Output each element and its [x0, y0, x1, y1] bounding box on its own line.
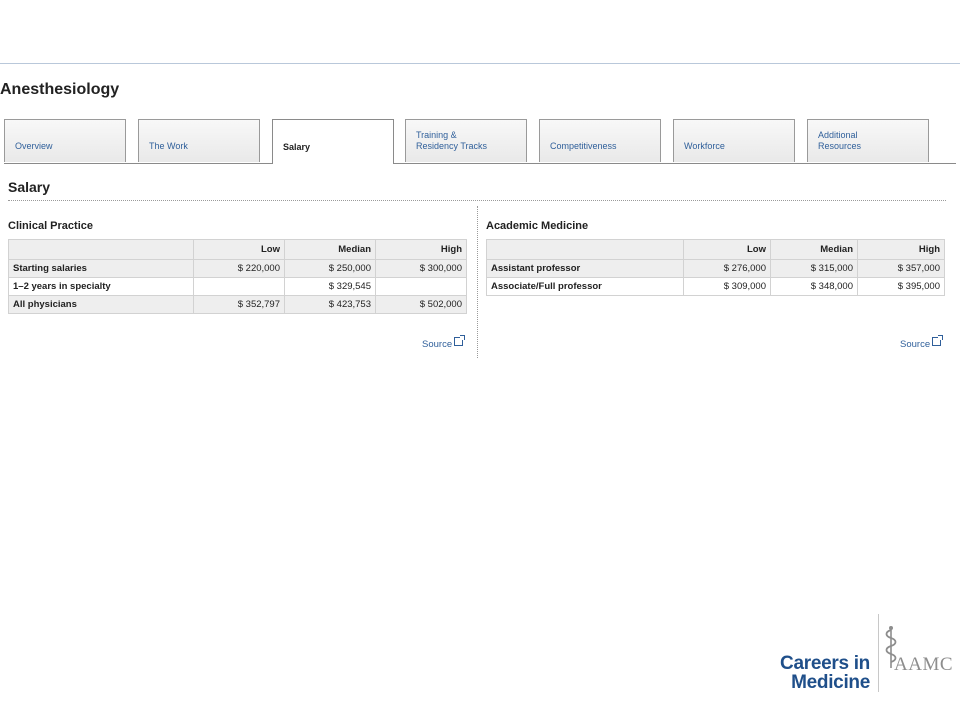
cell-low: $ 309,000: [683, 277, 771, 296]
column-header-median: Median: [284, 239, 376, 260]
tab-competitiveness[interactable]: Competitiveness: [539, 119, 661, 162]
table-row: All physicians $ 352,797 $ 423,753 $ 502…: [8, 295, 467, 314]
section-divider: [8, 200, 946, 201]
page: Anesthesiology Overview The Work Salary …: [0, 0, 960, 720]
table-row: Associate/Full professor $ 309,000 $ 348…: [486, 277, 945, 296]
column-header-low: Low: [683, 239, 771, 260]
tab-bar: Overview The Work Salary Training & Resi…: [4, 119, 956, 164]
specialty-title: Anesthesiology: [0, 81, 120, 98]
clinical-practice-title: Clinical Practice: [8, 220, 93, 232]
section-title: Salary: [8, 179, 51, 195]
table-row: Assistant professor $ 276,000 $ 315,000 …: [486, 259, 945, 278]
cell-low: $ 276,000: [683, 259, 771, 278]
cell-high: $ 357,000: [857, 259, 945, 278]
column-header-median: Median: [770, 239, 858, 260]
column-header: [486, 239, 684, 260]
tab-label: The Work: [149, 141, 188, 151]
academic-medicine-title: Academic Medicine: [486, 220, 589, 232]
logo-brand: AAMC: [894, 654, 954, 675]
column-divider: [477, 206, 478, 358]
row-label: Associate/Full professor: [486, 277, 684, 296]
logo-line-2: Medicine: [791, 672, 870, 693]
tab-the-work[interactable]: The Work: [138, 119, 260, 162]
tab-overview[interactable]: Overview: [4, 119, 126, 162]
source-label: Source: [422, 339, 453, 350]
tab-additional-resources[interactable]: Additional Resources: [807, 119, 929, 162]
academic-source-link[interactable]: Source: [900, 335, 944, 350]
careers-in-medicine-logo: Careers in Medicine AAMC: [776, 614, 954, 694]
cell-median: $ 348,000: [770, 277, 858, 296]
cell-low: $ 352,797: [193, 295, 285, 314]
clinical-salary-table: Low Median High Starting salaries $ 220,…: [8, 239, 467, 314]
tab-label: Salary: [283, 142, 311, 152]
row-label: All physicians: [8, 295, 194, 314]
cell-high: $ 300,000: [375, 259, 467, 278]
row-label: Starting salaries: [8, 259, 194, 278]
logo-line-1: Careers in: [780, 653, 870, 674]
logo-wordmark: Careers in Medicine: [776, 654, 870, 692]
source-label: Source: [900, 339, 931, 350]
row-label: Assistant professor: [486, 259, 684, 278]
table-header-row: Low Median High: [486, 239, 945, 260]
table-header-row: Low Median High: [8, 239, 467, 260]
tab-label: Competitiveness: [550, 141, 617, 151]
tab-label: Additional Resources: [818, 130, 862, 151]
tab-label: Training & Residency Tracks: [416, 130, 488, 151]
column-header-high: High: [375, 239, 467, 260]
row-label: 1–2 years in specialty: [8, 277, 194, 296]
academic-salary-table: Low Median High Assistant professor $ 27…: [486, 239, 945, 296]
tab-label: Workforce: [684, 141, 725, 151]
logo-divider: [878, 614, 879, 692]
tab-baseline: [4, 163, 956, 164]
clinical-source-link[interactable]: Source: [422, 335, 466, 350]
cell-median: $ 315,000: [770, 259, 858, 278]
cell-high: $ 395,000: [857, 277, 945, 296]
external-link-icon: [454, 335, 466, 346]
cell-high: [375, 277, 467, 296]
table-row: 1–2 years in specialty $ 329,545: [8, 277, 467, 296]
academic-medicine-panel: Academic Medicine Low Median High Assist…: [486, 220, 945, 296]
tab-training-residency[interactable]: Training & Residency Tracks: [405, 119, 527, 162]
clinical-practice-panel: Clinical Practice Low Median High Starti…: [8, 220, 467, 314]
table-row: Starting salaries $ 220,000 $ 250,000 $ …: [8, 259, 467, 278]
external-link-icon: [932, 335, 944, 346]
cell-median: $ 423,753: [284, 295, 376, 314]
cell-high: $ 502,000: [375, 295, 467, 314]
cell-median: $ 329,545: [284, 277, 376, 296]
top-divider: [0, 63, 960, 64]
tab-label: Overview: [15, 141, 53, 151]
tab-workforce[interactable]: Workforce: [673, 119, 795, 162]
column-header-low: Low: [193, 239, 285, 260]
cell-low: $ 220,000: [193, 259, 285, 278]
column-header-high: High: [857, 239, 945, 260]
tab-salary[interactable]: Salary: [272, 119, 394, 164]
cell-low: [193, 277, 285, 296]
cell-median: $ 250,000: [284, 259, 376, 278]
column-header: [8, 239, 194, 260]
